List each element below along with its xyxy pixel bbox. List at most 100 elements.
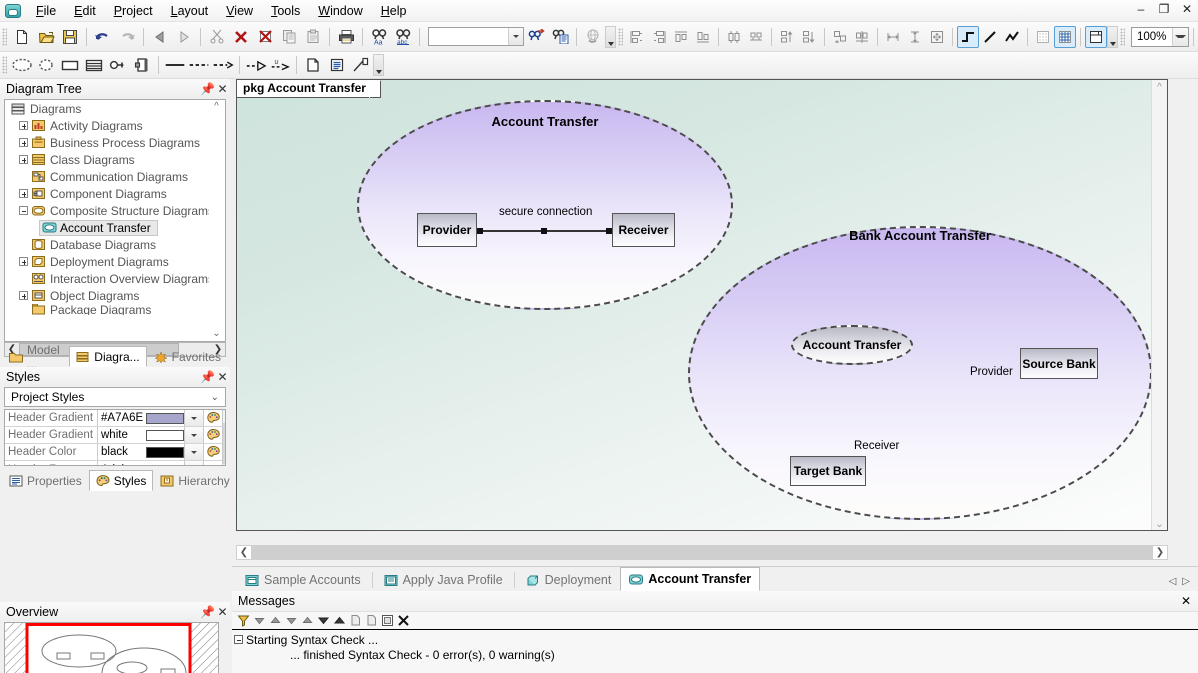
sidebar-item-communication-diagrams[interactable]: Communication Diagrams xyxy=(5,168,225,185)
close-button[interactable]: ✕ xyxy=(1180,2,1194,16)
sidebar-item-business-process-diagrams[interactable]: Business Process Diagrams xyxy=(5,134,225,151)
rectilinear-line-icon[interactable] xyxy=(957,25,979,48)
first-up-icon[interactable] xyxy=(332,613,347,628)
note-text-icon[interactable] xyxy=(325,54,349,77)
scroll-down-arrow-icon[interactable]: ⌄ xyxy=(212,328,220,340)
tab-model-tree[interactable]: Model ... xyxy=(2,343,69,371)
usage-arrow-icon[interactable]: U xyxy=(268,54,292,77)
chevron-down-icon[interactable] xyxy=(1172,27,1188,46)
find-model-icon[interactable] xyxy=(524,25,548,48)
pin-icon[interactable]: 📌 xyxy=(200,605,215,619)
chevron-down-icon[interactable]: ⌄ xyxy=(211,392,219,403)
delete-icon[interactable] xyxy=(229,25,253,48)
messages-list[interactable]: Starting Syntax Check ... ... finished S… xyxy=(232,630,1198,662)
pin-icon[interactable]: 📌 xyxy=(200,82,215,96)
close-icon[interactable]: ✕ xyxy=(215,82,230,96)
expand-icon[interactable] xyxy=(19,189,28,198)
pin-icon[interactable]: 📌 xyxy=(200,370,215,384)
sidebar-item-deployment-diagrams[interactable]: Deployment Diagrams xyxy=(5,253,225,270)
sidebar-item-composite-structure-diagrams[interactable]: Composite Structure Diagrams xyxy=(5,202,225,219)
find-replace-icon[interactable]: abc xyxy=(391,25,415,48)
hyperlink-icon[interactable] xyxy=(581,25,605,48)
tree-selection[interactable]: Account Transfer xyxy=(39,219,158,236)
scroll-down-arrow-icon[interactable]: ⌄ xyxy=(1155,517,1163,530)
align-right-icon[interactable] xyxy=(648,26,670,48)
port-icon[interactable] xyxy=(130,54,154,77)
message-row[interactable]: ... finished Syntax Check - 0 error(s), … xyxy=(234,647,1198,662)
expand-icon[interactable] xyxy=(19,257,28,266)
collaboration-use-account-transfer[interactable]: Account Transfer xyxy=(791,325,913,365)
chevron-down-icon[interactable] xyxy=(508,28,523,45)
part-target-bank[interactable]: Target Bank xyxy=(790,456,866,486)
part-provider[interactable]: Provider xyxy=(417,213,477,247)
tab-hierarchy[interactable]: Hierarchy xyxy=(153,471,236,491)
scroll-up-arrow-icon[interactable]: ^ xyxy=(214,101,219,113)
close-icon[interactable]: ✕ xyxy=(215,370,230,384)
collaboration-icon[interactable] xyxy=(10,54,34,77)
sidebar-item-package-diagrams[interactable]: Package Diagrams xyxy=(5,304,225,315)
copy-all-icon[interactable] xyxy=(364,613,379,628)
color-swatch[interactable] xyxy=(146,412,185,424)
message-row[interactable]: Starting Syntax Check ... xyxy=(234,632,1198,647)
align-top-icon[interactable] xyxy=(670,26,692,48)
zoom-combo[interactable]: 100% xyxy=(1131,26,1189,47)
fit-size-icon[interactable] xyxy=(926,26,948,48)
part-source-bank[interactable]: Source Bank xyxy=(1020,348,1098,379)
tab-properties[interactable]: Properties xyxy=(2,471,89,491)
style-row[interactable]: Header Font Arial xyxy=(5,461,223,466)
align-left-icon[interactable] xyxy=(626,26,648,48)
toolbar2-overflow-button[interactable] xyxy=(373,54,384,76)
overview-thumbnail[interactable] xyxy=(4,622,219,673)
save-icon[interactable] xyxy=(58,25,82,48)
direct-line-icon[interactable] xyxy=(979,26,1001,48)
toolbar-grip[interactable] xyxy=(618,27,623,46)
tab-next-button[interactable]: ▷ xyxy=(1182,576,1190,587)
next-down-icon[interactable] xyxy=(252,613,267,628)
style-value[interactable]: Arial xyxy=(98,461,184,466)
anchor-note-icon[interactable] xyxy=(349,54,373,77)
color-swatch[interactable] xyxy=(146,446,185,458)
open-folder-icon[interactable] xyxy=(34,25,58,48)
palette-icon[interactable] xyxy=(203,444,223,460)
paste-icon[interactable] xyxy=(301,25,325,48)
menu-edit[interactable]: Edit xyxy=(65,2,105,20)
toolbar1-overflow-button[interactable] xyxy=(605,25,616,48)
menu-layout[interactable]: Layout xyxy=(162,2,218,20)
prev-group-up-icon[interactable] xyxy=(300,613,315,628)
scroll-left-arrow-icon[interactable]: ❮ xyxy=(237,547,251,558)
equal-width-icon[interactable] xyxy=(882,26,904,48)
tree-root-diagrams[interactable]: Diagrams xyxy=(5,100,225,117)
last-down-icon[interactable] xyxy=(316,613,331,628)
same-size-icon[interactable] xyxy=(829,26,851,48)
grid-snap-icon[interactable] xyxy=(1054,25,1076,48)
tab-account-transfer[interactable]: Account Transfer xyxy=(620,567,761,591)
toolbar-grip[interactable] xyxy=(2,27,7,46)
scroll-up-arrow-icon[interactable]: ^ xyxy=(1157,80,1162,95)
scrollbar-thumb[interactable] xyxy=(251,546,1153,559)
same-width-height-icon[interactable] xyxy=(851,26,873,48)
tab-styles[interactable]: Styles xyxy=(88,470,154,491)
scroll-right-arrow-icon[interactable]: ❯ xyxy=(1153,547,1167,558)
collaboration-role-icon[interactable] xyxy=(34,54,58,77)
sidebar-item-database-diagrams[interactable]: Database Diagrams xyxy=(5,236,225,253)
dependency-dashed-icon[interactable] xyxy=(187,54,211,77)
find-document-icon[interactable] xyxy=(548,25,572,48)
part-receiver[interactable]: Receiver xyxy=(612,213,675,247)
scrollbar-thumb[interactable] xyxy=(223,423,225,464)
menu-project[interactable]: Project xyxy=(105,2,162,20)
cut-icon[interactable] xyxy=(205,25,229,48)
filter-icon[interactable] xyxy=(236,613,251,628)
restore-button[interactable]: ❐ xyxy=(1157,2,1171,16)
oblique-line-icon[interactable] xyxy=(1001,26,1023,48)
back-icon[interactable] xyxy=(148,25,172,48)
clear-icon[interactable] xyxy=(396,613,411,628)
distribute-horizontal-icon[interactable] xyxy=(776,26,798,48)
class-icon[interactable] xyxy=(58,54,82,77)
tab-deployment[interactable]: Deployment xyxy=(517,569,621,591)
style-row[interactable]: Header Color black xyxy=(5,444,223,461)
find-icon[interactable]: Aa xyxy=(367,25,391,48)
copy-message-icon[interactable] xyxy=(348,613,363,628)
palette-icon[interactable] xyxy=(203,410,223,426)
align-center-horizontal-icon[interactable] xyxy=(745,26,767,48)
expand-icon[interactable] xyxy=(19,291,28,300)
